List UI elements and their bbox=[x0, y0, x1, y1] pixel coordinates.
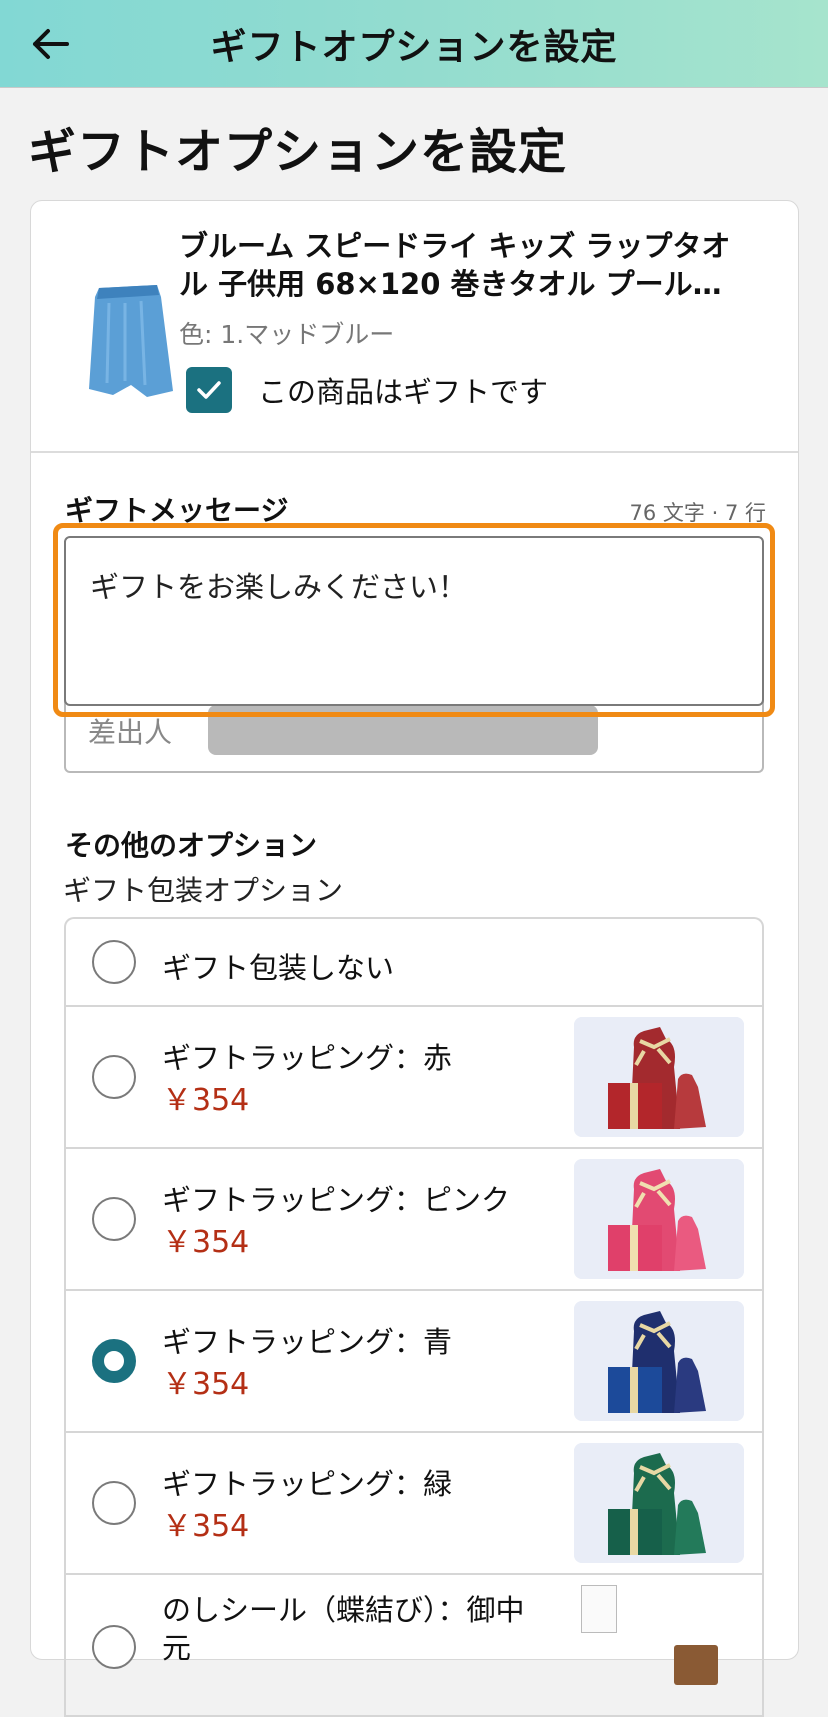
option-price: ￥354 bbox=[162, 1509, 250, 1544]
gift-bag-image bbox=[574, 1301, 744, 1421]
divider bbox=[31, 451, 798, 453]
option-wrap-red[interactable]: ギフトラッピング：赤 ￥354 bbox=[66, 1007, 762, 1149]
option-label: ギフトラッピング：ピンク bbox=[162, 1183, 511, 1217]
gift-options-card: ブルーム スピードライ キッズ ラップタオル 子供用 68×120 巻きタオル … bbox=[30, 200, 799, 1717]
app-bar-title: ギフトオプションを設定 bbox=[210, 27, 618, 68]
option-wrap-green[interactable]: ギフトラッピング：緑 ￥354 bbox=[66, 1433, 762, 1575]
option-price: ￥354 bbox=[162, 1225, 250, 1260]
gift-wrap-options: ギフト包装しない ギフトラッピング：赤 ￥354 ギフトラッピング：ピンク ￥3… bbox=[64, 917, 764, 1717]
gift-bag-image bbox=[574, 1159, 744, 1279]
option-label: ギフトラッピング：赤 bbox=[162, 1041, 453, 1075]
gift-bag-image bbox=[574, 1017, 744, 1137]
option-wrap-pink[interactable]: ギフトラッピング：ピンク ￥354 bbox=[66, 1149, 762, 1291]
product-name[interactable]: ブルーム スピードライ キッズ ラップタオル 子供用 68×120 巻きタオル … bbox=[179, 227, 759, 303]
app-bar: ギフトオプションを設定 bbox=[0, 0, 828, 88]
radio-button[interactable] bbox=[92, 1055, 136, 1099]
radio-button[interactable] bbox=[92, 940, 136, 984]
noshi-seal-image bbox=[581, 1585, 617, 1633]
gift-bag-image bbox=[574, 1443, 744, 1563]
other-options-heading: その他のオプション bbox=[65, 829, 318, 862]
option-label: ギフトラッピング：青 bbox=[162, 1325, 453, 1359]
product-color: 色: 1.マッドブルー bbox=[179, 320, 395, 349]
gift-checkbox[interactable] bbox=[186, 367, 232, 413]
option-noshi-seal[interactable]: のしシール（蝶結び）：御中元 bbox=[66, 1575, 762, 1717]
focus-highlight bbox=[53, 523, 775, 717]
gift-box-image bbox=[674, 1645, 718, 1685]
option-label: ギフト包装しない bbox=[162, 951, 395, 985]
option-label: ギフトラッピング：緑 bbox=[162, 1467, 453, 1501]
option-no-wrap[interactable]: ギフト包装しない bbox=[66, 919, 762, 1007]
option-price: ￥354 bbox=[162, 1367, 250, 1402]
gift-checkbox-row[interactable]: この商品はギフトです bbox=[186, 366, 548, 414]
sender-label: 差出人 bbox=[88, 716, 173, 749]
gift-checkbox-label: この商品はギフトです bbox=[258, 375, 549, 409]
page-title: ギフトオプションを設定 bbox=[28, 124, 568, 180]
option-wrap-blue[interactable]: ギフトラッピング：青 ￥354 bbox=[66, 1291, 762, 1433]
radio-button[interactable] bbox=[92, 1197, 136, 1241]
gift-wrap-heading: ギフト包装オプション bbox=[63, 874, 344, 907]
radio-button[interactable] bbox=[92, 1625, 136, 1669]
option-label: のしシール（蝶結び）：御中元 bbox=[162, 1593, 525, 1665]
checkmark-icon bbox=[197, 381, 221, 399]
radio-button[interactable] bbox=[92, 1481, 136, 1525]
option-price: ￥354 bbox=[162, 1083, 250, 1118]
product-image bbox=[89, 285, 173, 397]
radio-button-selected[interactable] bbox=[92, 1339, 136, 1383]
